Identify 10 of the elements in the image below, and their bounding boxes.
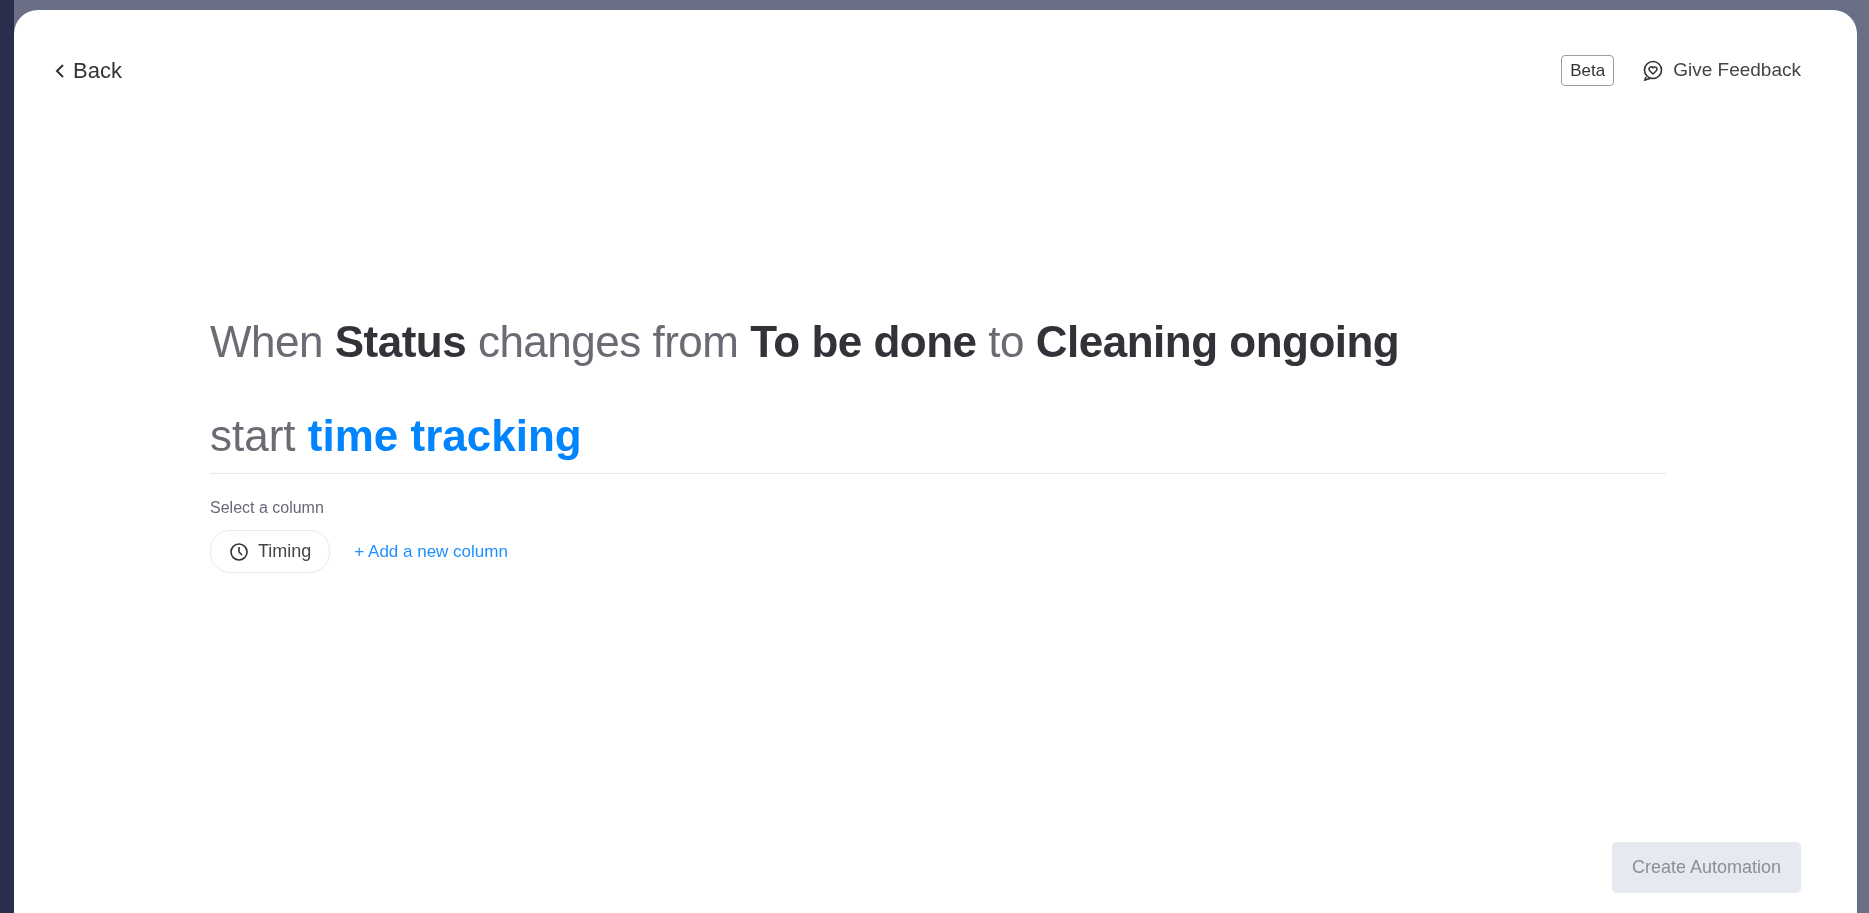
chevron-left-icon	[55, 62, 65, 79]
select-column-label: Select a column	[210, 498, 325, 518]
back-button[interactable]: Back	[55, 54, 122, 87]
trigger-sentence: When Status changes from To be done to Cleaning ongoing	[210, 316, 1401, 368]
action-sentence: start time tracking	[210, 403, 1666, 474]
give-feedback-button[interactable]: Give Feedback	[1642, 56, 1801, 85]
heart-chat-icon	[1642, 59, 1665, 82]
column-option[interactable]: Timing	[210, 530, 331, 573]
clock-icon	[229, 541, 249, 562]
beta-tag: Beta	[1561, 54, 1615, 87]
